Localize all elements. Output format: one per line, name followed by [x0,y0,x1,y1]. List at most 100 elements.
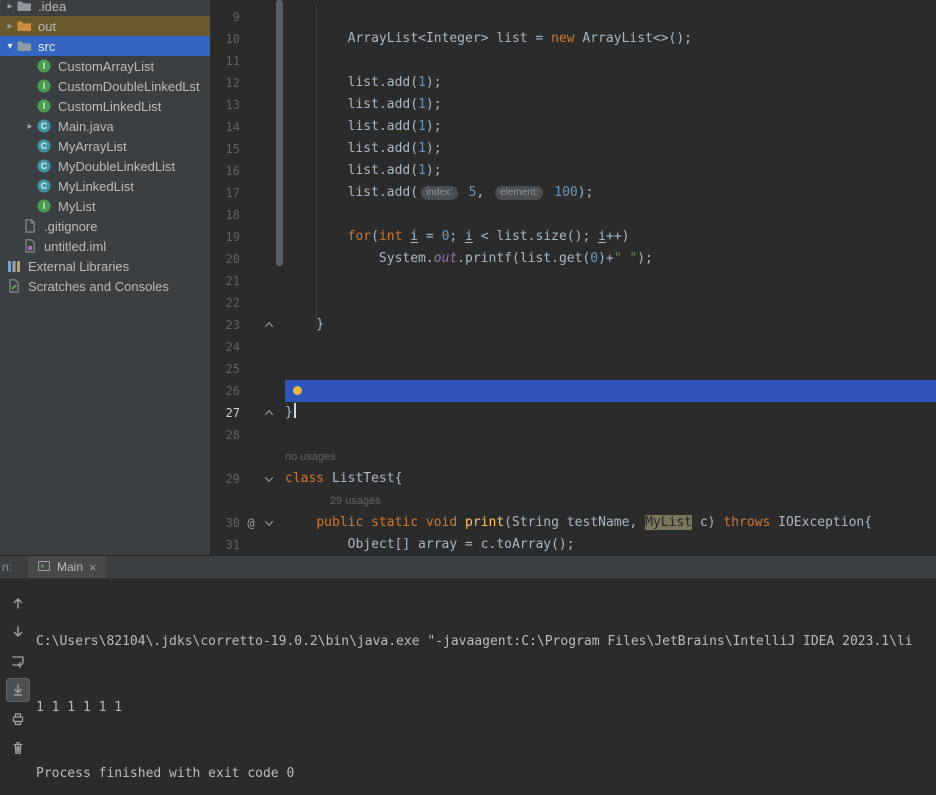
code-line[interactable]: 31 Object[] array = c.toArray(); [210,534,936,555]
code-line[interactable]: 24 [210,336,936,358]
line-number[interactable]: 23 [210,314,240,336]
code-token: list.add( [285,75,419,90]
code-line[interactable]: 20 System.out.printf(list.get(0)+" "); [210,248,936,270]
usages-hint[interactable]: 29 usages [330,495,381,507]
code-line[interactable]: 26 [210,380,936,402]
line-number[interactable]: 14 [210,116,240,138]
line-number[interactable]: 13 [210,94,240,116]
tree-item-untitled-iml[interactable]: untitled.iml [0,236,210,256]
code-line[interactable]: 9 [210,6,936,28]
fold-marker-icon[interactable] [262,468,276,490]
code-line[interactable]: 17 list.add(index: 5, element: 100); [210,182,936,204]
line-number[interactable]: 18 [210,204,240,226]
line-number[interactable]: 28 [210,424,240,446]
tree-item-label: External Libraries [28,258,130,274]
tree-item-mydoublelinkedlist[interactable]: C MyDoubleLinkedList [0,156,210,176]
code-line[interactable]: 10 ArrayList<Integer> list = new ArrayLi… [210,28,936,50]
chevron-down-icon[interactable]: ▾ [4,41,16,52]
svg-text:I: I [43,101,46,111]
gutter: 30 @ [210,512,276,534]
tree-item-mylist[interactable]: I MyList [0,196,210,216]
chevron-right-icon[interactable]: ▸ [4,1,16,12]
line-number[interactable]: 20 [210,248,240,270]
code-text: } [285,314,936,336]
code-line[interactable]: 27} [210,402,936,424]
line-number[interactable]: 21 [210,270,240,292]
tree-item-mylinkedlist[interactable]: C MyLinkedList [0,176,210,196]
fold-marker-icon[interactable] [262,402,276,424]
line-number[interactable]: 19 [210,226,240,248]
code-token: ); [425,163,442,178]
line-number[interactable]: 26 [210,380,240,402]
code-line[interactable]: 12 list.add(1); [210,72,936,94]
line-number[interactable]: 27 [210,402,240,424]
tree-item-external-libraries[interactable]: External Libraries [0,256,210,276]
code-token: i [465,229,473,244]
tree-item-main-java[interactable]: ▸ C Main.java [0,116,210,136]
code-line[interactable]: 23 } [210,314,936,336]
interface-icon: I [36,98,52,114]
tree-item-scratches-and-consoles[interactable]: Scratches and Consoles [0,276,210,296]
tree-item-customlinkedlist[interactable]: I CustomLinkedList [0,96,210,116]
code-line[interactable]: 11 [210,50,936,72]
code-line[interactable]: 22 [210,292,936,314]
line-number[interactable]: 15 [210,138,240,160]
line-number[interactable]: 24 [210,336,240,358]
tree-item-customdoublelinkedlst[interactable]: I CustomDoubleLinkedLst [0,76,210,96]
code-line[interactable]: 28 [210,424,936,446]
code-line[interactable]: 21 [210,270,936,292]
line-number[interactable]: 12 [210,72,240,94]
svg-text:C: C [41,141,48,151]
usages-hint[interactable]: no usages [285,451,336,463]
intention-bulb-icon[interactable] [293,386,302,395]
svg-text:C: C [41,121,48,131]
print-button[interactable] [6,707,30,731]
clear-button[interactable] [6,736,30,760]
fold-marker-icon[interactable] [262,512,276,534]
editor[interactable]: 9 10 ArrayList<Integer> list = new ArrayL… [210,0,936,555]
tree-item-myarraylist[interactable]: C MyArrayList [0,136,210,156]
line-number[interactable]: 30 [210,512,240,534]
line-number[interactable]: 11 [210,50,240,72]
line-number[interactable]: 22 [210,292,240,314]
code-line[interactable]: 29 class ListTest{ [210,468,936,490]
fold-marker-icon[interactable] [262,314,276,336]
code-line[interactable]: 18 [210,204,936,226]
console-body: C:\Users\82104\.jdks\corretto-19.0.2\bin… [0,579,936,795]
tree-item-src[interactable]: ▾ src [0,36,210,56]
scroll-to-end-button[interactable] [6,678,30,702]
line-number[interactable]: 10 [210,28,240,50]
line-number[interactable]: 17 [210,182,240,204]
code-line[interactable]: 15 list.add(1); [210,138,936,160]
line-number[interactable]: 9 [210,6,240,28]
annotation-gutter [240,182,262,204]
code-line[interactable]: 25 [210,358,936,380]
tree-item-gitignore[interactable]: .gitignore [0,216,210,236]
arrow-up-button[interactable] [6,591,30,615]
tree-item-customarraylist[interactable]: I CustomArrayList [0,56,210,76]
line-number[interactable] [210,446,240,468]
line-number[interactable] [210,490,240,512]
code-line[interactable]: 19 for(int i = 0; i < list.size(); i++) [210,226,936,248]
line-number[interactable]: 31 [210,534,240,555]
tab-main[interactable]: Main × [28,556,106,578]
code-line[interactable]: 30 @ public static void print(String test… [210,512,936,534]
tree-item-out[interactable]: ▸ out [0,16,210,36]
annotation-gutter [240,138,262,160]
interface-icon: I [36,58,52,74]
tree-item-idea[interactable]: ▸ .idea [0,0,210,16]
code-line[interactable]: 16 list.add(1); [210,160,936,182]
chevron-right-icon[interactable]: ▸ [4,21,16,32]
line-number[interactable]: 16 [210,160,240,182]
gutter: 21 [210,270,276,292]
soft-wrap-button[interactable] [6,649,30,673]
run-console-icon [37,559,51,576]
line-number[interactable]: 29 [210,468,240,490]
close-icon[interactable]: × [89,561,97,574]
line-number[interactable]: 25 [210,358,240,380]
code-line[interactable]: 13 list.add(1); [210,94,936,116]
chevron-right-icon[interactable]: ▸ [24,121,36,132]
arrow-down-button[interactable] [6,620,30,644]
code-line[interactable]: 14 list.add(1); [210,116,936,138]
